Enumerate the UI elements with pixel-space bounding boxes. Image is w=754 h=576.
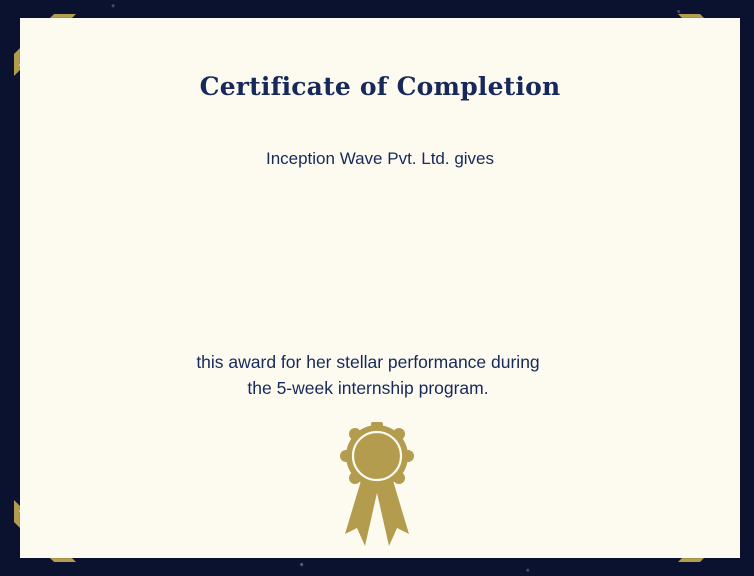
award-text: this award for her stellar performance d… [20,349,716,401]
certificate-frame: Certificate of Completion Inception Wave… [0,0,754,576]
issuer-line: Inception Wave Pvt. Ltd. gives [265,149,495,168]
award-line-1: this award for her stellar performance d… [196,352,540,372]
certificate-title: Certificate of Completion [199,72,561,101]
certificate-paper: Certificate of Completion Inception Wave… [20,18,740,558]
award-ribbon-icon [340,422,414,546]
award-line-2: the 5-week internship program. [247,378,489,398]
